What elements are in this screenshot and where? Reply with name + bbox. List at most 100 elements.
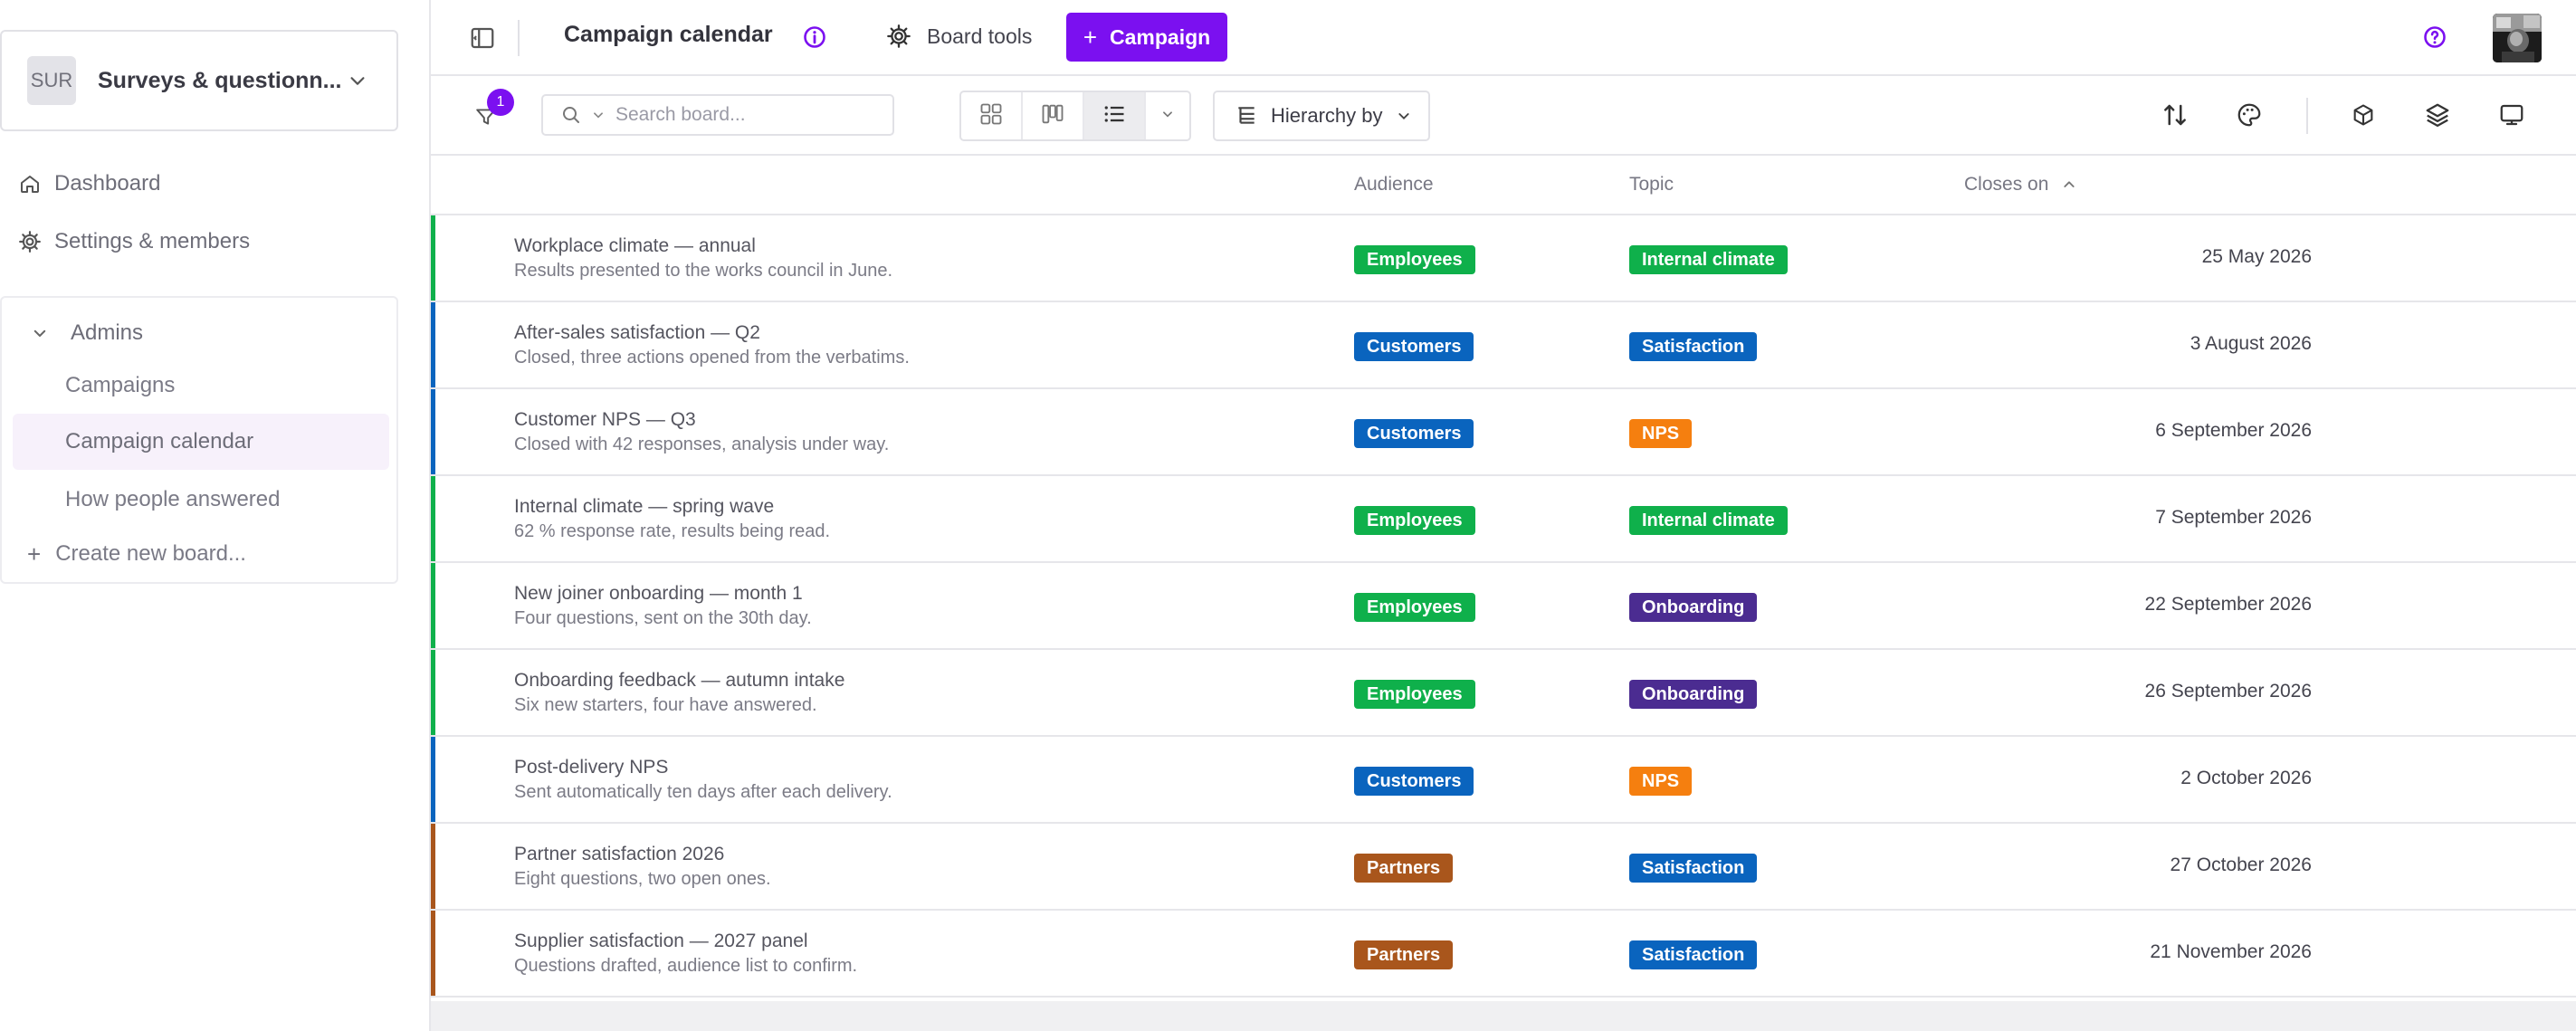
row-subtitle: Closed with 42 responses, analysis under… [514,434,890,454]
help-icon[interactable] [2422,24,2447,50]
sidebar: SUR Surveys & questionn... Dashboard Set… [0,0,431,1031]
table-row[interactable]: Partner satisfaction 2026 Eight questions… [431,824,2576,911]
info-icon[interactable] [802,24,827,50]
column-header-audience[interactable]: Audience [1354,174,1434,196]
layers-icon[interactable] [2422,100,2453,130]
row-title[interactable]: New joiner onboarding — month 1 [514,583,803,605]
topic-tag[interactable]: Satisfaction [1629,854,1758,883]
sidebar-toggle-icon[interactable] [469,24,496,52]
board-item-label: Campaigns [65,373,176,397]
row-title[interactable]: After-sales satisfaction — Q2 [514,322,760,344]
campaign-table: Audience Topic Closes on Workplace clima… [431,156,2576,998]
table-row[interactable]: Onboarding feedback — autumn intake Six n… [431,650,2576,737]
search-input[interactable] [615,104,869,126]
board-item-campaigns[interactable]: Campaigns [13,358,389,414]
row-title[interactable]: Onboarding feedback — autumn intake [514,670,844,692]
row-title[interactable]: Workplace climate — annual [514,235,756,257]
top-bar: Campaign calendar Board tools + Campaign [431,0,2576,76]
filter-count-badge: 1 [487,89,514,116]
row-subtitle: Closed, three actions opened from the ve… [514,348,910,368]
closes-on-date[interactable]: 6 September 2026 [2155,420,2312,442]
row-title[interactable]: Supplier satisfaction — 2027 panel [514,931,808,952]
table-row[interactable]: Supplier satisfaction — 2027 panel Questi… [431,911,2576,998]
closes-on-date[interactable]: 25 May 2026 [2202,246,2312,268]
row-color-stripe [431,737,435,822]
audience-tag[interactable]: Customers [1354,767,1474,796]
column-header-topic[interactable]: Topic [1629,174,1674,196]
chevron-down-icon[interactable] [590,107,606,123]
closes-on-date[interactable]: 27 October 2026 [2171,854,2312,876]
create-board-button[interactable]: + Create new board... [27,531,246,577]
topic-tag[interactable]: Internal climate [1629,245,1788,274]
closes-on-date[interactable]: 2 October 2026 [2180,768,2312,789]
audience-tag[interactable]: Employees [1354,593,1475,622]
audience-tag[interactable]: Customers [1354,419,1474,448]
topic-tag[interactable]: Satisfaction [1629,940,1758,969]
monitor-icon[interactable] [2496,100,2527,130]
nav-dashboard-label: Dashboard [54,171,161,196]
topic-tag[interactable]: Satisfaction [1629,332,1758,361]
sort-icon[interactable] [2160,100,2190,130]
audience-tag[interactable]: Employees [1354,245,1475,274]
table-row[interactable]: After-sales satisfaction — Q2 Closed, thr… [431,302,2576,389]
audience-tag[interactable]: Partners [1354,940,1454,969]
board-toolbar: 1 Search board... Hierarchy by [431,76,2576,156]
grid-view-button[interactable] [961,92,1023,139]
nav-settings[interactable]: Settings & members [16,218,250,265]
chevron-down-icon [29,322,51,344]
more-views-button[interactable] [1146,92,1189,139]
table-row[interactable]: New joiner onboarding — month 1 Four ques… [431,563,2576,650]
row-title[interactable]: Post-delivery NPS [514,757,668,778]
topic-tag[interactable]: Onboarding [1629,680,1758,709]
table-row[interactable]: Workplace climate — annual Results presen… [431,215,2576,302]
kanban-view-button[interactable] [1023,92,1084,139]
row-color-stripe [431,911,435,996]
closes-on-date[interactable]: 22 September 2026 [2145,594,2312,616]
create-board-label: Create new board... [55,541,246,566]
table-row[interactable]: Post-delivery NPS Sent automatically ten … [431,737,2576,824]
closes-on-date[interactable]: 26 September 2026 [2145,681,2312,702]
add-campaign-button[interactable]: + Campaign [1066,13,1227,62]
board-tools-button[interactable]: Board tools [885,18,1032,54]
audience-tag[interactable]: Customers [1354,332,1474,361]
audience-tag[interactable]: Partners [1354,854,1454,883]
topic-tag[interactable]: Internal climate [1629,506,1788,535]
row-subtitle: Questions drafted, audience list to conf… [514,956,858,976]
group-toggle[interactable]: Admins [29,310,143,356]
topic-tag[interactable]: Onboarding [1629,593,1758,622]
table-row[interactable]: Customer NPS — Q3 Closed with 42 response… [431,389,2576,476]
topic-tag[interactable]: NPS [1629,419,1693,448]
board-item-campaign-calendar[interactable]: Campaign calendar [13,414,389,470]
closes-on-date[interactable]: 7 September 2026 [2155,507,2312,529]
view-switcher [959,91,1191,141]
user-avatar[interactable] [2493,14,2542,62]
list-view-button[interactable] [1084,92,1146,139]
row-color-stripe [431,563,435,648]
row-subtitle: Six new starters, four have answered. [514,695,817,715]
search-box[interactable] [541,94,894,136]
column-header-closes-on[interactable]: Closes on [1964,174,2077,196]
audience-tag[interactable]: Employees [1354,680,1475,709]
row-title[interactable]: Customer NPS — Q3 [514,409,696,431]
palette-icon[interactable] [2234,100,2265,130]
workspace-switcher[interactable]: SUR Surveys & questionn... [0,30,398,131]
topic-tag[interactable]: NPS [1629,767,1693,796]
nav-dashboard[interactable]: Dashboard [16,160,160,207]
add-campaign-label: Campaign [1110,24,1211,49]
chevron-down-icon [344,67,371,94]
audience-tag[interactable]: Employees [1354,506,1475,535]
divider [2306,98,2308,134]
cube-icon[interactable] [2348,100,2379,130]
board-item-label: Campaign calendar [65,429,254,453]
search-icon [559,103,583,127]
closes-on-date[interactable]: 3 August 2026 [2190,333,2312,355]
row-subtitle: Four questions, sent on the 30th day. [514,608,812,628]
closes-on-date[interactable]: 21 November 2026 [2150,941,2312,963]
board-item-how-people-answered[interactable]: How people answered [13,472,389,528]
row-title[interactable]: Internal climate — spring wave [514,496,774,518]
hierarchy-dropdown[interactable]: Hierarchy by [1213,91,1430,141]
row-title[interactable]: Partner satisfaction 2026 [514,844,724,865]
table-row[interactable]: Internal climate — spring wave 62 % respo… [431,476,2576,563]
group-label: Admins [71,320,144,345]
hierarchy-label: Hierarchy by [1271,104,1383,127]
